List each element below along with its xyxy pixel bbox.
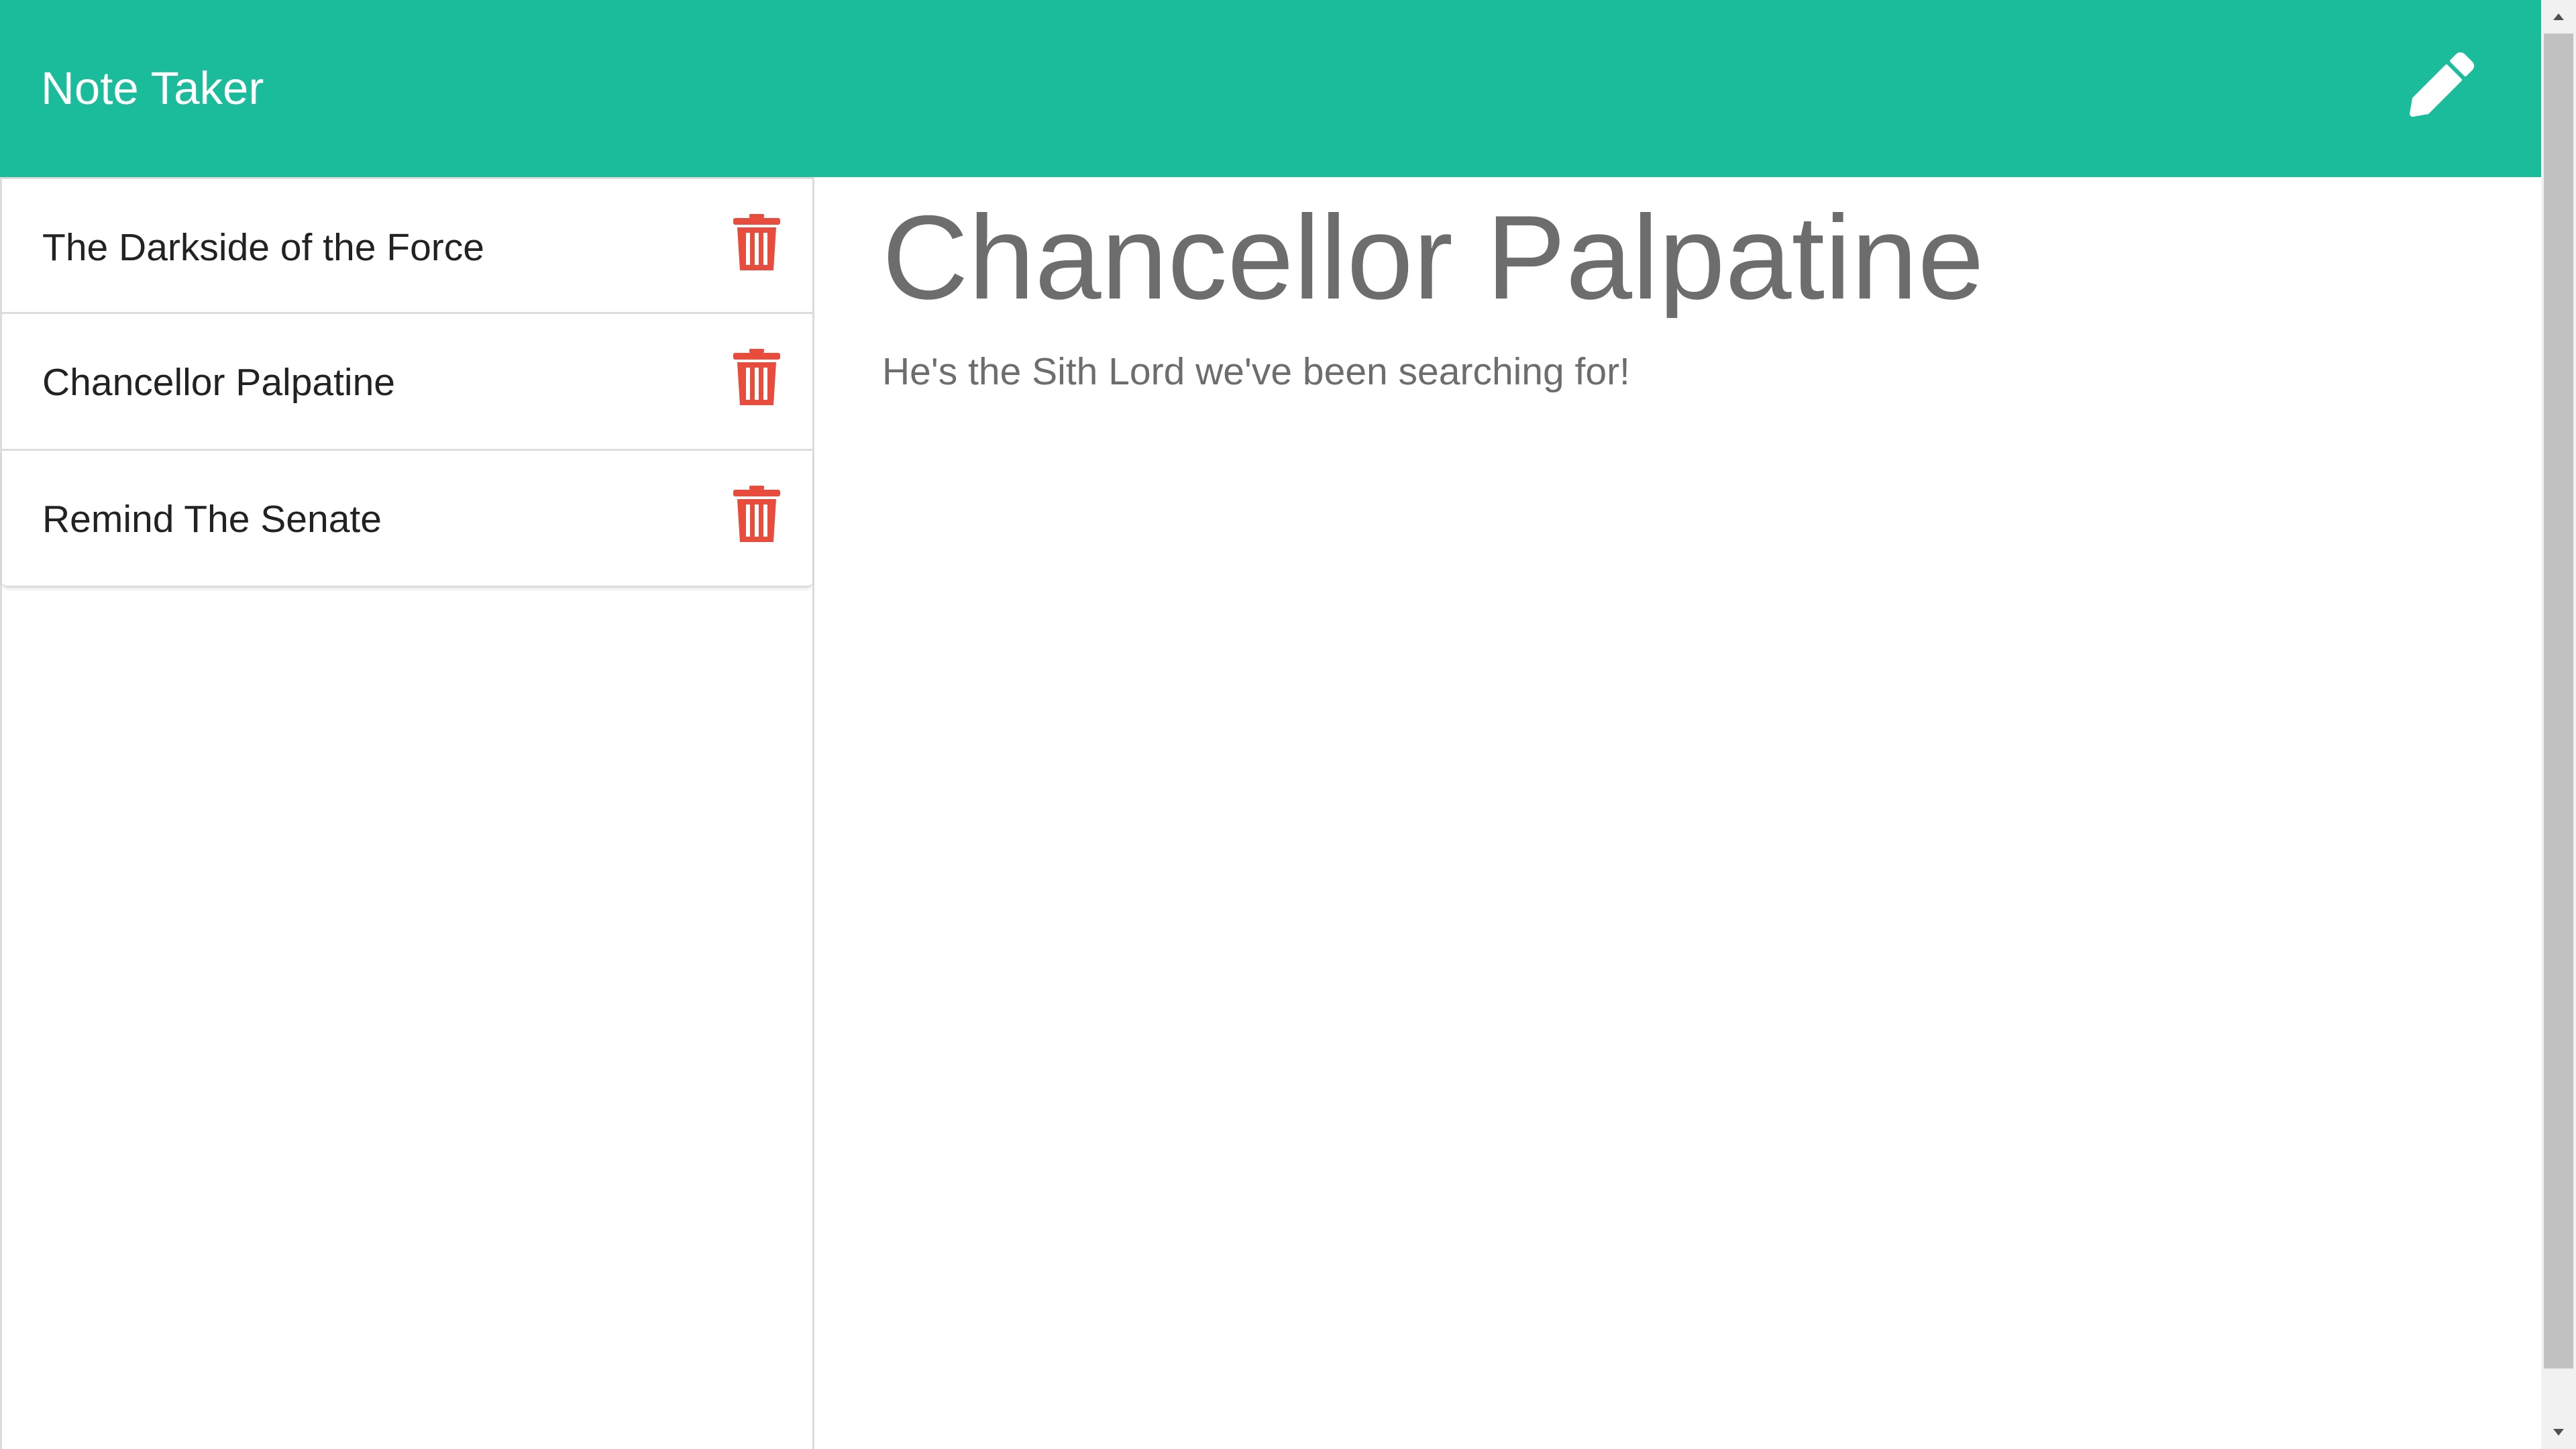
page-scrollbar[interactable] bbox=[2541, 0, 2576, 1449]
list-item-note[interactable]: Remind The Senate bbox=[2, 451, 812, 588]
top-navbar: Note Taker bbox=[0, 0, 2541, 177]
scroll-up-arrow-icon[interactable] bbox=[2541, 0, 2576, 34]
scroll-down-arrow-icon[interactable] bbox=[2541, 1415, 2576, 1449]
note-list-title: The Darkside of the Force bbox=[42, 226, 484, 269]
list-item-note[interactable]: The Darkside of the Force bbox=[2, 177, 812, 314]
notes-sidebar: The Darkside of the Force Chancellor Pal… bbox=[0, 177, 814, 1449]
note-list-title: Remind The Senate bbox=[42, 498, 382, 541]
app-page: Note Taker The Darkside of the Force Cha… bbox=[0, 0, 2576, 1449]
delete-note-button[interactable] bbox=[732, 214, 782, 270]
note-list-title: Chancellor Palpatine bbox=[42, 361, 395, 404]
note-text-area[interactable]: He's the Sith Lord we've been searching … bbox=[882, 345, 1630, 398]
list-item-note[interactable]: Chancellor Palpatine bbox=[2, 314, 812, 451]
note-editor: Chancellor Palpatine He's the Sith Lord … bbox=[816, 177, 2541, 1449]
note-list: The Darkside of the Force Chancellor Pal… bbox=[2, 177, 812, 588]
app-title[interactable]: Note Taker bbox=[41, 59, 264, 118]
trash-icon bbox=[733, 486, 780, 542]
trash-icon bbox=[733, 349, 780, 405]
trash-icon bbox=[733, 214, 780, 270]
delete-note-button[interactable] bbox=[732, 486, 782, 542]
delete-note-button[interactable] bbox=[732, 349, 782, 405]
new-note-button[interactable] bbox=[2402, 44, 2482, 125]
scrollbar-thumb[interactable] bbox=[2544, 34, 2573, 1368]
pencil-icon bbox=[2410, 52, 2474, 117]
note-title-input[interactable]: Chancellor Palpatine bbox=[882, 184, 1984, 318]
